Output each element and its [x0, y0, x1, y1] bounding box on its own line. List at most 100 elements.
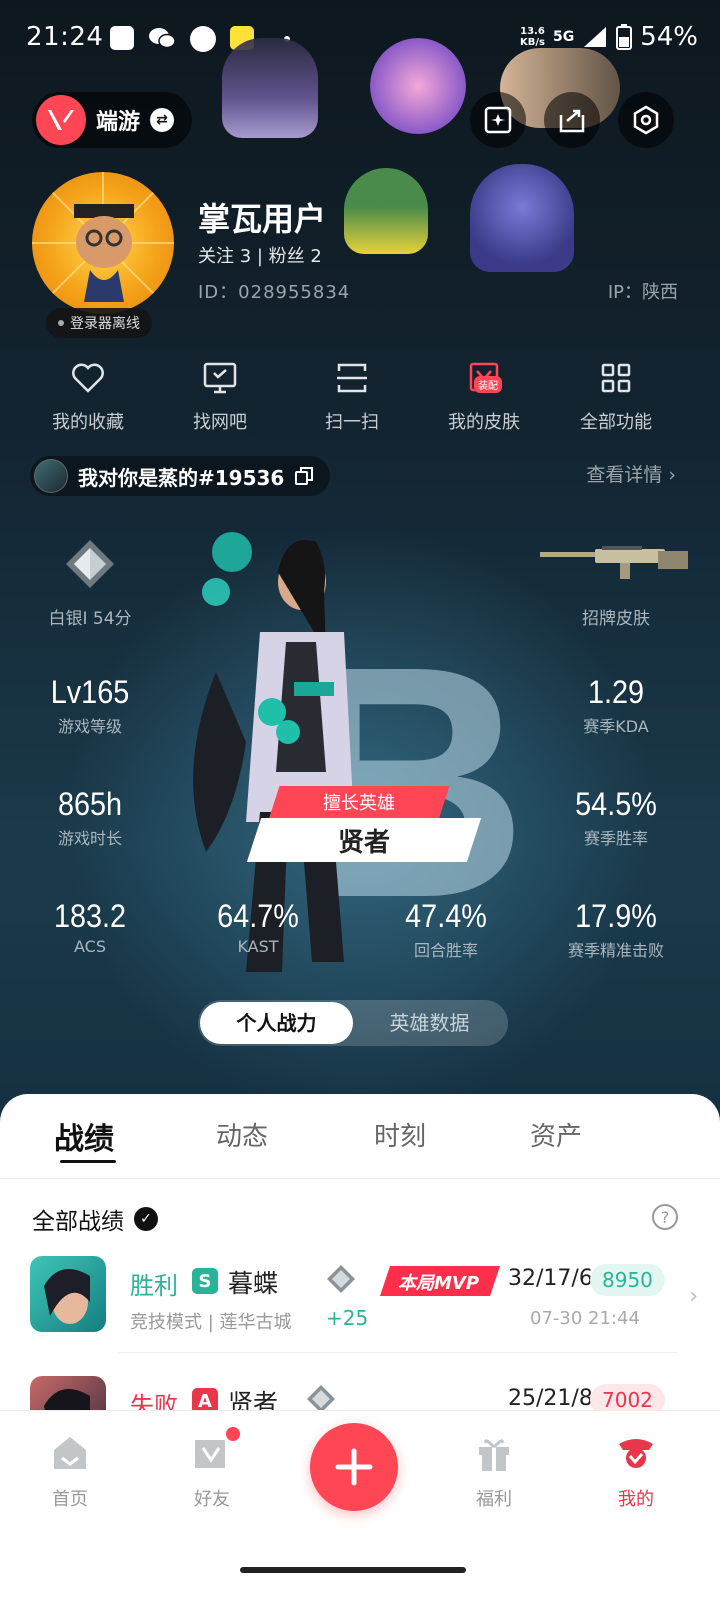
settings-hexagon-icon: [633, 105, 659, 135]
copy-icon[interactable]: [294, 466, 314, 486]
game-switcher[interactable]: 端游 ⇄: [32, 92, 192, 148]
match-agent: 暮蝶: [228, 1269, 279, 1298]
stat-playtime: 865h 游戏时长: [57, 786, 123, 848]
stats-view-toggle[interactable]: 个人战力 英雄数据: [198, 1000, 508, 1046]
home-icon: [54, 1437, 86, 1469]
nav-rewards[interactable]: 福利: [444, 1431, 544, 1511]
sticker-character: [222, 38, 318, 138]
login-status-badge: 登录器离线: [46, 308, 152, 338]
stat-round-winrate: 47.4% 回合胜率: [405, 898, 487, 960]
mvp-badge: 本局MVP: [380, 1264, 500, 1298]
sticker-character: [470, 164, 574, 272]
status-time: 21:24: [26, 22, 104, 52]
match-kda: 25/21/8: [508, 1386, 593, 1411]
quick-action-favorites[interactable]: 我的收藏: [28, 358, 148, 434]
battery-icon: [616, 24, 633, 50]
rank-rating-change: +25: [326, 1306, 369, 1330]
match-kda: 32/17/6: [508, 1266, 593, 1291]
signal-icon: [584, 27, 607, 47]
quick-action-all[interactable]: 全部功能: [556, 358, 676, 434]
divider: [0, 1178, 720, 1179]
view-details-link[interactable]: 查看详情 ›: [586, 460, 676, 487]
dropdown-check-icon: ✓: [134, 1207, 158, 1231]
tab-records[interactable]: 战绩: [54, 1114, 114, 1158]
records-filter-label: 全部战绩: [32, 1209, 124, 1235]
create-post-button[interactable]: [310, 1423, 398, 1511]
content-tabs: 战绩 动态 时刻 资产: [0, 1114, 720, 1158]
quick-action-label: 我的皮肤: [448, 412, 520, 433]
stat-kast: 64.7% KAST: [217, 898, 299, 956]
sticker-character: [370, 38, 466, 134]
player-riot-id[interactable]: 我对你是蒸的#19536: [30, 456, 331, 496]
share-icon: [559, 109, 585, 133]
hero-tag-text: 擅长英雄: [323, 793, 395, 814]
avatar[interactable]: [32, 172, 174, 314]
notification-dot: [226, 1427, 240, 1441]
home-indicator[interactable]: [240, 1567, 466, 1573]
wechat-icon: [148, 26, 176, 56]
grid-icon: [601, 363, 631, 393]
stat-kda: 1.29 赛季KDA: [583, 674, 649, 736]
quick-action-skins[interactable]: 装配 我的皮肤: [424, 358, 544, 434]
net-speed: 13.6 KB/s: [519, 26, 545, 48]
rank-label: 白银I 54分: [48, 609, 132, 629]
signature-skin-label: 招牌皮肤: [582, 609, 650, 629]
match-result: 胜利: [130, 1272, 178, 1300]
username: 掌瓦用户: [198, 200, 327, 238]
toggle-personal-power[interactable]: 个人战力: [200, 1002, 353, 1044]
ip-location: IP：陕西: [607, 282, 678, 303]
help-icon[interactable]: ?: [652, 1204, 678, 1230]
sparkle-frame-icon: [484, 106, 512, 134]
quick-action-label: 找网吧: [193, 412, 247, 433]
game-name: 端游: [96, 110, 141, 135]
share-button[interactable]: [544, 92, 600, 148]
follow-counts[interactable]: 关注 3 | 粉丝 2: [198, 242, 322, 268]
stat-winrate: 54.5% 赛季胜率: [575, 786, 657, 848]
tab-assets[interactable]: 资产: [530, 1116, 582, 1153]
nav-profile[interactable]: 我的: [586, 1431, 686, 1511]
weapon-rifle-icon[interactable]: [540, 546, 690, 582]
app-notification-icon: [190, 26, 216, 52]
nav-friends[interactable]: 好友: [162, 1427, 262, 1511]
checkin-button[interactable]: [470, 92, 526, 148]
heart-icon: [72, 363, 104, 393]
valorant-logo-icon: [36, 95, 86, 145]
player-riot-id-text: 我对你是蒸的#19536: [78, 465, 285, 490]
sticker-character: [344, 168, 428, 254]
equip-badge: 装配: [474, 376, 502, 393]
login-status-text: 登录器离线: [70, 316, 140, 332]
status-dot: [58, 320, 64, 326]
quick-action-scan[interactable]: 扫一扫: [292, 358, 412, 434]
stat-acs: 183.2 ACS: [53, 898, 127, 956]
match-row[interactable]: 胜利 S 暮蝶 竞技模式 | 莲华古城 +25 本局MVP 32/17/6 89…: [0, 1256, 720, 1366]
hero-name: 贤者: [337, 828, 390, 858]
quick-action-label: 全部功能: [580, 412, 652, 433]
match-mode-map: 竞技模式 | 莲华古城: [130, 1312, 292, 1333]
quick-action-label: 扫一扫: [325, 412, 379, 433]
rank-silver-icon: [66, 540, 114, 588]
quick-action-netcafe[interactable]: 找网吧: [160, 358, 280, 434]
gift-icon: [479, 1439, 509, 1471]
match-time: 07-30 21:44: [530, 1308, 640, 1329]
chevron-right-icon: ›: [668, 464, 676, 486]
friends-icon: [195, 1440, 225, 1468]
records-filter[interactable]: 全部战绩 ✓: [32, 1202, 158, 1236]
player-avatar: [34, 459, 68, 493]
stat-headshot: 17.9% 赛季精准击败: [567, 898, 664, 960]
plus-icon: [335, 1448, 373, 1486]
stat-level: Lv165 游戏等级: [50, 674, 130, 736]
nav-home[interactable]: 首页: [20, 1431, 120, 1511]
user-id: ID：028955834: [198, 282, 351, 303]
active-tab-indicator: [60, 1160, 116, 1163]
quick-action-label: 我的收藏: [52, 412, 124, 433]
network-type: 5G: [552, 29, 575, 45]
tab-highlights[interactable]: 时刻: [374, 1116, 426, 1153]
tab-moments-feed[interactable]: 动态: [216, 1116, 268, 1153]
agent-portrait: [30, 1256, 106, 1332]
agent-face-icon: [44, 1268, 90, 1324]
scan-icon: [337, 363, 367, 393]
toggle-hero-data[interactable]: 英雄数据: [353, 1002, 506, 1044]
settings-button[interactable]: [618, 92, 674, 148]
rank-silver-icon: [327, 1265, 355, 1293]
message-notification-icon: [110, 26, 134, 50]
